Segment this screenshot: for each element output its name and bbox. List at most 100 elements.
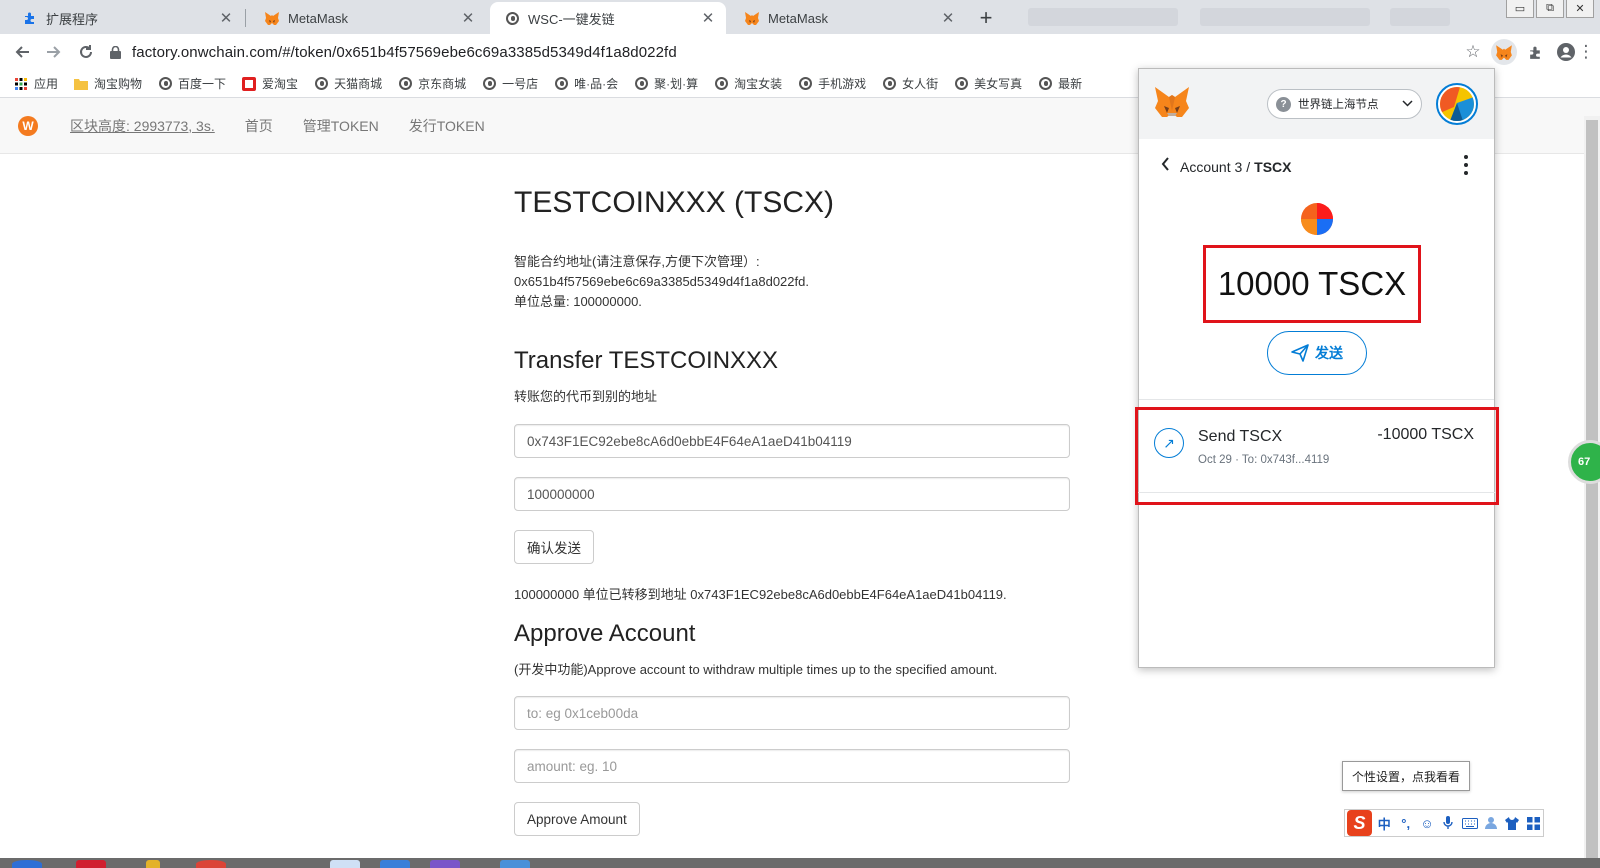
- approve-to-input[interactable]: [514, 696, 1070, 730]
- metamask-fox-icon: [264, 10, 280, 26]
- bookmark-item[interactable]: 美女写真: [954, 75, 1022, 92]
- taskbar-app[interactable]: [146, 860, 160, 868]
- jazzicon-avatar-icon: [1440, 87, 1474, 121]
- profile-avatar-icon[interactable]: [1553, 39, 1579, 65]
- scrollbar-thumb[interactable]: [1586, 120, 1598, 868]
- minimize-button[interactable]: ▭: [1506, 0, 1534, 18]
- token-symbol: TSCX: [1254, 158, 1292, 175]
- bookmark-item[interactable]: 一号店: [482, 75, 538, 92]
- star-bookmark-icon[interactable]: ☆: [1460, 39, 1486, 65]
- tab-metamask-2[interactable]: MetaMask ✕: [730, 2, 966, 34]
- lock-icon[interactable]: [108, 45, 122, 59]
- bookmark-item[interactable]: 百度一下: [158, 75, 226, 92]
- account-breadcrumb[interactable]: Account 3 / TSCX: [1161, 157, 1292, 176]
- close-icon[interactable]: ✕: [218, 10, 234, 27]
- site-logo-icon[interactable]: W: [18, 115, 38, 136]
- tab-metamask-1[interactable]: MetaMask ✕: [250, 2, 486, 34]
- bookmark-label: 百度一下: [178, 77, 227, 91]
- bookmark-item[interactable]: 天猫商城: [314, 75, 382, 92]
- user-center-icon[interactable]: [1482, 814, 1500, 833]
- taskbar-app[interactable]: [430, 860, 460, 868]
- metamask-fox-logo-icon[interactable]: [1153, 85, 1191, 121]
- bookmark-item[interactable]: 应用: [14, 75, 58, 92]
- background-window-blur: [1200, 8, 1370, 26]
- transaction-amount: -10000 TSCX: [1377, 426, 1474, 443]
- token-info: 智能合约地址(请注意保存,方便下次管理）: 0x651b4f57569ebe6c…: [514, 252, 809, 312]
- ime-chinese-mode[interactable]: 中: [1375, 814, 1393, 833]
- taskbar-app[interactable]: [380, 860, 410, 868]
- approve-amount-button[interactable]: Approve Amount: [514, 802, 640, 836]
- start-button[interactable]: [12, 860, 42, 868]
- taskbar-app[interactable]: [196, 860, 226, 868]
- confirm-send-button[interactable]: 确认发送: [514, 530, 594, 564]
- close-window-button[interactable]: ✕: [1566, 0, 1594, 18]
- bookmark-item[interactable]: 手机游戏: [798, 75, 866, 92]
- extensions-puzzle-icon[interactable]: [1522, 39, 1548, 65]
- taskbar-app[interactable]: [330, 860, 360, 868]
- chevron-left-icon[interactable]: [1161, 157, 1170, 176]
- nav-issue-token[interactable]: 发行TOKEN: [409, 116, 485, 136]
- metamask-extension-button[interactable]: [1491, 39, 1517, 65]
- chevron-down-icon: [1402, 98, 1413, 110]
- punctuation-icon[interactable]: °,: [1396, 814, 1414, 833]
- microphone-icon[interactable]: [1439, 814, 1457, 833]
- taskbar-app[interactable]: [76, 860, 106, 868]
- reload-button[interactable]: [72, 38, 100, 66]
- bookmark-item[interactable]: 女人街: [882, 75, 938, 92]
- paper-plane-icon: [1291, 344, 1309, 362]
- network-selector[interactable]: ? 世界链上海节点: [1267, 89, 1422, 119]
- reload-icon: [80, 45, 92, 58]
- toolbox-grid-icon[interactable]: [1525, 814, 1543, 833]
- globe-icon: [714, 77, 728, 91]
- approve-heading: Approve Account: [514, 620, 696, 647]
- window-controls: ▭ ⧉ ✕: [1506, 0, 1594, 18]
- bookmark-item[interactable]: 聚·划·算: [634, 75, 698, 92]
- close-icon[interactable]: ✕: [940, 10, 956, 27]
- nav-manage-token[interactable]: 管理TOKEN: [303, 116, 379, 136]
- question-circle-icon: ?: [1276, 96, 1291, 112]
- forward-button[interactable]: [40, 38, 68, 66]
- nav-home[interactable]: 首页: [245, 116, 273, 136]
- taskbar-app[interactable]: [500, 860, 530, 868]
- account-avatar[interactable]: [1436, 83, 1478, 125]
- transfer-to-input[interactable]: [514, 424, 1070, 458]
- bookmark-label: 手机游戏: [818, 77, 867, 91]
- token-options-kebab-icon[interactable]: [1463, 155, 1469, 175]
- contract-label: 智能合约地址(请注意保存,方便下次管理）:: [514, 254, 760, 269]
- bookmark-item[interactable]: 爱淘宝: [242, 75, 298, 92]
- bookmark-item[interactable]: 最新: [1038, 75, 1082, 92]
- close-icon[interactable]: ✕: [700, 10, 716, 27]
- restore-button[interactable]: ⧉: [1536, 0, 1564, 18]
- bookmark-item[interactable]: 唯·品·会: [554, 75, 618, 92]
- emoji-icon[interactable]: ☺: [1418, 814, 1436, 833]
- close-icon[interactable]: ✕: [460, 10, 476, 27]
- tab-wsc-active[interactable]: WSC-一键发链 ✕: [490, 2, 726, 34]
- url-text: factory.onwchain.com/#/token/0x651b4f575…: [132, 43, 677, 61]
- bookmark-label: 天猫商城: [334, 77, 383, 91]
- keyboard-icon[interactable]: [1461, 814, 1479, 833]
- menu-kebab-icon[interactable]: ⋮: [1578, 39, 1595, 65]
- bullet-separator: ·: [1235, 454, 1242, 466]
- block-height-link[interactable]: 区块高度: 2993773, 3s.: [70, 116, 215, 136]
- transfer-subtitle: 转账您的代币到别的地址: [514, 389, 658, 404]
- transfer-heading: Transfer TESTCOINXXX: [514, 347, 779, 374]
- send-button[interactable]: 发送: [1267, 331, 1367, 375]
- back-button[interactable]: [8, 38, 36, 66]
- bookmark-item[interactable]: 京东商城: [398, 75, 466, 92]
- skin-shirt-icon[interactable]: [1503, 814, 1521, 833]
- bookmark-label: 淘宝女装: [734, 77, 783, 91]
- bookmark-item[interactable]: 淘宝购物: [74, 75, 142, 92]
- address-bar[interactable]: factory.onwchain.com/#/token/0x651b4f575…: [108, 37, 1452, 67]
- sogou-logo-icon[interactable]: S: [1347, 810, 1373, 836]
- transfer-amount-input[interactable]: [514, 477, 1070, 511]
- transaction-list-item[interactable]: ↗ Send TSCX Oct 29 · To: 0x743f...4119 -…: [1135, 407, 1499, 505]
- back-arrow-icon: [15, 46, 29, 58]
- new-tab-button[interactable]: +: [972, 4, 1000, 32]
- ime-tooltip[interactable]: 个性设置，点我看看: [1342, 761, 1470, 791]
- approve-amount-input[interactable]: [514, 749, 1070, 783]
- account-name: Account 3: [1180, 158, 1243, 175]
- bookmark-item[interactable]: 淘宝女装: [714, 75, 782, 92]
- tab-extensions[interactable]: 扩展程序 ✕: [8, 2, 244, 34]
- page-scrollbar[interactable]: [1584, 116, 1600, 868]
- divider: [1138, 492, 1496, 493]
